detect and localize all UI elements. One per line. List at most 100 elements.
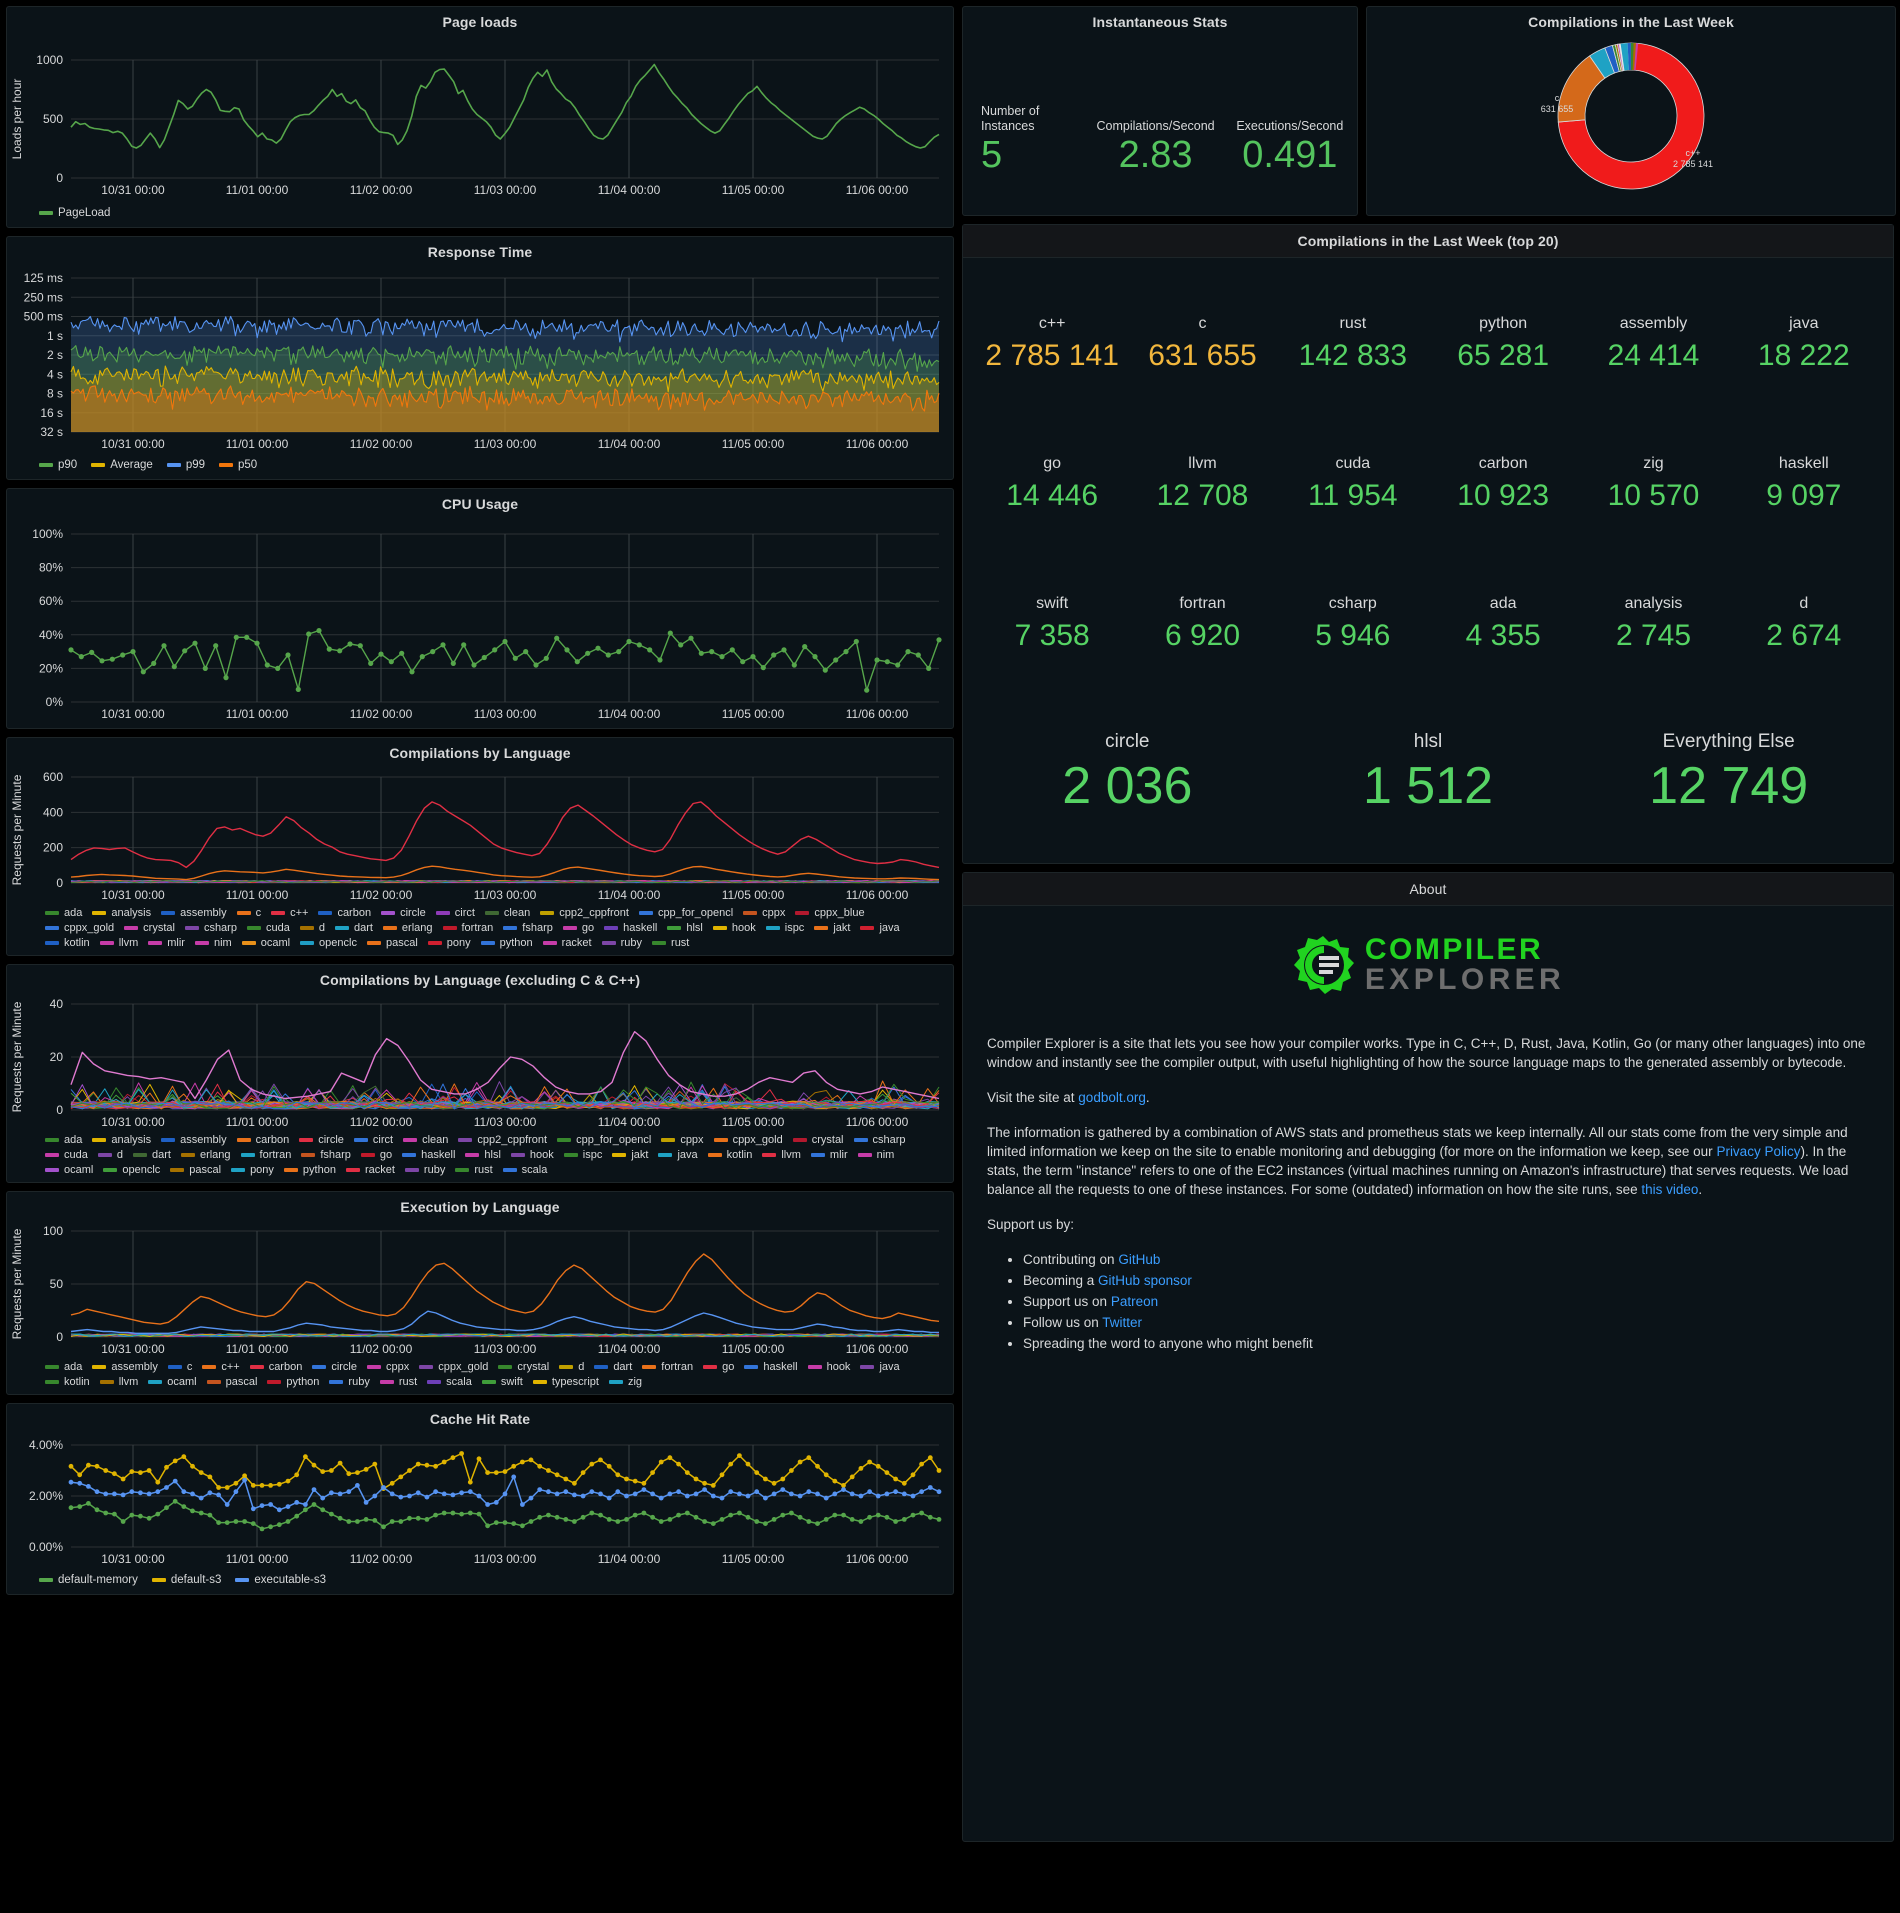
legend-item[interactable]: hook — [510, 1149, 554, 1161]
legend-item[interactable]: analysis — [92, 1134, 151, 1146]
legend-item[interactable]: p99 — [166, 459, 205, 471]
legend-item[interactable]: cppx — [661, 1134, 704, 1146]
legend-item[interactable]: dart — [334, 922, 373, 934]
legend-item[interactable]: fortran — [642, 1361, 693, 1373]
legend-item[interactable]: jakt — [612, 1149, 648, 1161]
legend-item[interactable]: cppx_gold — [419, 1361, 488, 1373]
legend-item[interactable]: jakt — [814, 922, 850, 934]
legend-item[interactable]: dart — [132, 1149, 171, 1161]
legend-item[interactable]: carbon — [318, 907, 371, 919]
legend-item[interactable]: d — [559, 1361, 584, 1373]
legend-item[interactable]: swift — [481, 1376, 523, 1388]
legend-item[interactable]: llvm — [762, 1149, 801, 1161]
legend-item[interactable]: cuda — [246, 922, 290, 934]
legend-item[interactable]: cppx_blue — [795, 907, 865, 919]
legend-item[interactable]: clean — [484, 907, 530, 919]
legend-item[interactable]: carbon — [236, 1134, 289, 1146]
legend-item[interactable]: cppx_gold — [713, 1134, 783, 1146]
legend-item[interactable]: c — [236, 907, 261, 919]
legend-item[interactable]: circle — [312, 1361, 357, 1373]
godbolt-link[interactable]: godbolt.org — [1078, 1090, 1146, 1105]
legend-item[interactable]: circle — [299, 1134, 344, 1146]
legend-item[interactable]: circt — [353, 1134, 393, 1146]
legend-item[interactable]: hook — [712, 922, 756, 934]
legend-item[interactable]: kotlin — [707, 1149, 752, 1161]
legend-item[interactable]: default-memory — [39, 1574, 138, 1586]
legend-item[interactable]: ispc — [563, 1149, 602, 1161]
legend-item[interactable]: circt — [435, 907, 475, 919]
legend-item[interactable]: dart — [594, 1361, 632, 1373]
legend-item[interactable]: hook — [807, 1361, 850, 1373]
legend-item[interactable]: pascal — [170, 1164, 221, 1176]
legend-item[interactable]: Average — [91, 459, 153, 471]
legend-item[interactable]: rust — [652, 937, 689, 949]
legend-item[interactable]: csharp — [184, 922, 237, 934]
legend-item[interactable]: cpp2_cppfront — [458, 1134, 547, 1146]
legend-item[interactable]: ada — [45, 1361, 82, 1373]
legend-item[interactable]: cpp2_cppfront — [540, 907, 629, 919]
legend-item[interactable]: haskell — [744, 1361, 798, 1373]
support-link-github[interactable]: GitHub — [1118, 1252, 1160, 1267]
legend-item[interactable]: pascal — [206, 1376, 257, 1388]
legend-item[interactable]: typescript — [532, 1376, 599, 1388]
legend-item[interactable]: python — [267, 1376, 319, 1388]
support-link-twitter[interactable]: Twitter — [1102, 1315, 1142, 1330]
legend-item[interactable]: go — [703, 1361, 734, 1373]
legend-item[interactable]: ruby — [601, 937, 642, 949]
legend-item[interactable]: c — [167, 1361, 192, 1373]
legend-item[interactable]: PageLoad — [39, 207, 110, 219]
legend-item[interactable]: fsharp — [301, 1149, 351, 1161]
legend-item[interactable]: executable-s3 — [235, 1574, 326, 1586]
support-link-patreon[interactable]: Patreon — [1111, 1294, 1158, 1309]
legend-item[interactable]: pony — [231, 1164, 274, 1176]
legend-item[interactable]: ispc — [765, 922, 804, 934]
legend-item[interactable]: cpp_for_opencl — [638, 907, 733, 919]
legend-item[interactable]: kotlin — [45, 1376, 90, 1388]
legend-item[interactable]: default-s3 — [151, 1574, 221, 1586]
legend-item[interactable]: crystal — [498, 1361, 549, 1373]
legend-item[interactable]: ada — [45, 1134, 82, 1146]
legend-item[interactable]: scala — [502, 1164, 547, 1176]
legend-item[interactable]: ocaml — [148, 1376, 197, 1388]
legend-item[interactable]: ruby — [329, 1376, 370, 1388]
legend-item[interactable]: assembly — [92, 1361, 158, 1373]
legend-item[interactable]: llvm — [99, 1376, 138, 1388]
legend-item[interactable]: cppx — [743, 907, 785, 919]
legend-item[interactable]: mlir — [148, 937, 185, 949]
legend-item[interactable]: mlir — [810, 1149, 848, 1161]
legend-item[interactable]: cppx_gold — [45, 922, 114, 934]
legend-item[interactable]: rust — [455, 1164, 493, 1176]
legend-item[interactable]: llvm — [99, 937, 138, 949]
legend-item[interactable]: java — [860, 1361, 900, 1373]
legend-item[interactable]: kotlin — [45, 937, 90, 949]
legend-item[interactable]: go — [562, 922, 594, 934]
legend-item[interactable]: clean — [403, 1134, 448, 1146]
legend-item[interactable]: csharp — [853, 1134, 906, 1146]
this-video-link[interactable]: this video — [1641, 1182, 1698, 1197]
legend-item[interactable]: openclc — [300, 937, 357, 949]
legend-item[interactable]: racket — [542, 937, 592, 949]
legend-item[interactable]: erlang — [382, 922, 433, 934]
legend-item[interactable]: rust — [379, 1376, 417, 1388]
legend-item[interactable]: assembly — [161, 907, 227, 919]
legend-item[interactable]: erlang — [180, 1149, 231, 1161]
legend-item[interactable]: pascal — [366, 937, 418, 949]
legend-item[interactable]: circle — [381, 907, 426, 919]
legend-item[interactable]: haskell — [402, 1149, 455, 1161]
legend-item[interactable]: cpp_for_opencl — [557, 1134, 651, 1146]
legend-item[interactable]: hlsl — [667, 922, 703, 934]
legend-item[interactable]: d — [299, 922, 325, 934]
legend-item[interactable]: nim — [194, 937, 232, 949]
legend-item[interactable]: scala — [427, 1376, 472, 1388]
legend-item[interactable]: python — [480, 937, 533, 949]
legend-item[interactable]: hlsl — [465, 1149, 501, 1161]
legend-item[interactable]: zig — [608, 1376, 642, 1388]
legend-item[interactable]: p50 — [219, 459, 257, 471]
legend-item[interactable]: cppx — [367, 1361, 409, 1373]
legend-item[interactable]: java — [658, 1149, 698, 1161]
legend-item[interactable]: nim — [857, 1149, 894, 1161]
legend-item[interactable]: cuda — [45, 1149, 88, 1161]
legend-item[interactable]: carbon — [249, 1361, 302, 1373]
legend-item[interactable]: go — [360, 1149, 392, 1161]
legend-item[interactable]: openclc — [103, 1164, 160, 1176]
